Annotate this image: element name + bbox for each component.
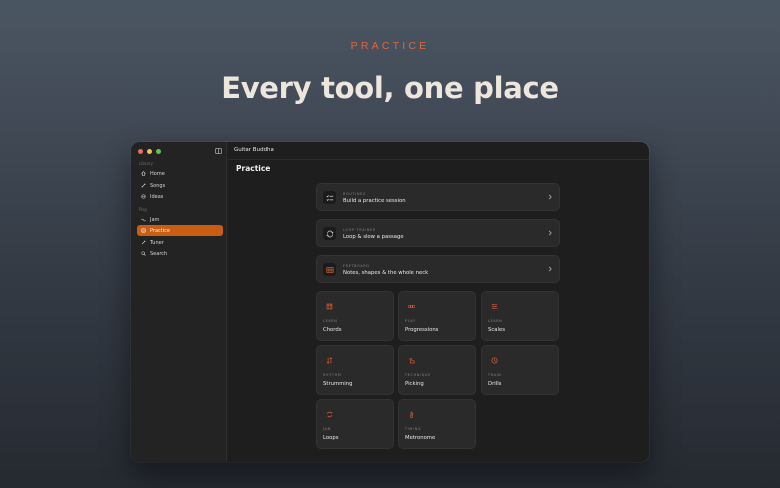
tile-title: Chords — [323, 327, 342, 333]
sidebar-item-songs[interactable]: Songs — [137, 180, 223, 191]
tile-title: Scales — [488, 327, 506, 333]
sidebar-item-label: Songs — [150, 182, 166, 189]
tile-icon-box — [322, 354, 337, 367]
tile-caption: LEARN — [323, 319, 338, 323]
tile-title: Loops — [323, 435, 339, 441]
sidebar-section-library: Library — [139, 161, 153, 166]
minimize-window-button[interactable] — [147, 149, 152, 154]
chords-tile[interactable]: LEARN Chords — [316, 291, 394, 341]
tile-caption: JAM — [323, 427, 332, 431]
titlebar: Guitar Buddha — [227, 142, 649, 160]
card-icon-box — [323, 227, 336, 240]
scales-tile[interactable]: LEARN Scales — [481, 291, 559, 341]
tile-title: Metronome — [405, 435, 436, 441]
window-controls — [138, 149, 161, 154]
zoom-window-button[interactable] — [156, 149, 161, 154]
tile-title: Picking — [405, 381, 424, 387]
fretboard-icon — [325, 266, 334, 273]
tile-caption: LEARN — [488, 319, 503, 323]
tile-icon-box — [404, 408, 419, 421]
tile-title: Strumming — [323, 381, 353, 387]
search-icon — [141, 251, 146, 256]
card-title: Build a practice session — [343, 198, 406, 204]
chevron-right-icon — [548, 266, 552, 272]
sidebar-item-label: Jam — [150, 216, 160, 223]
hero-eyebrow: PRACTICE — [350, 40, 430, 52]
sidebar-item-label: Tuner — [150, 239, 164, 246]
tile-icon-box — [487, 300, 502, 313]
songs-icon — [141, 183, 146, 188]
jam-icon — [141, 218, 146, 222]
tile-caption: RHYTHM — [323, 373, 342, 377]
loops-icon — [327, 411, 333, 418]
app-window: Library Home Songs Ideas Play Jam Practi… — [131, 142, 649, 462]
strumming-icon — [326, 357, 333, 364]
chevron-right-icon — [548, 230, 552, 236]
tile-caption: TIMING — [405, 427, 422, 431]
tile-icon-box — [322, 408, 337, 421]
picking-icon — [408, 358, 415, 364]
sidebar-item-label: Search — [150, 250, 168, 257]
tile-icon-box — [322, 300, 337, 313]
sidebar-section-play: Play — [139, 207, 148, 212]
sidebar-toggle-icon[interactable] — [215, 148, 222, 154]
scales-icon — [491, 304, 498, 309]
app-name: Guitar Buddha — [234, 147, 274, 153]
tile-caption: TRAIN — [488, 373, 502, 377]
drills-icon — [491, 357, 498, 364]
sidebar-item-practice[interactable]: Practice — [137, 225, 223, 236]
sidebar-item-home[interactable]: Home — [137, 168, 223, 179]
sidebar-item-label: Ideas — [150, 193, 164, 200]
chords-icon — [326, 303, 333, 310]
card-title: Loop & slow a passage — [343, 234, 404, 240]
sidebar-item-ideas[interactable]: Ideas — [137, 191, 223, 202]
card-caption: ROUTINES — [343, 192, 366, 196]
fretboard-card[interactable]: FRETBOARD Notes, shapes & the whole neck — [316, 255, 560, 283]
close-window-button[interactable] — [138, 149, 143, 154]
loop-icon — [326, 230, 333, 237]
strumming-tile[interactable]: RHYTHM Strumming — [316, 345, 394, 395]
drills-tile[interactable]: TRAIN Drills — [481, 345, 559, 395]
chevron-right-icon — [548, 194, 552, 200]
sidebar-item-search[interactable]: Search — [137, 248, 223, 259]
card-caption: FRETBOARD — [343, 264, 370, 268]
loops-tile[interactable]: JAM Loops — [316, 399, 394, 449]
routines-card[interactable]: ROUTINES Build a practice session — [316, 183, 560, 211]
tile-caption: TECHNIQUE — [405, 373, 431, 377]
card-icon-box — [323, 191, 336, 204]
list-icon — [326, 194, 333, 201]
hero-headline: Every tool, one place — [221, 71, 559, 105]
sidebar-item-label: Practice — [150, 227, 170, 234]
page-title: Practice — [236, 164, 271, 173]
sidebar-item-jam[interactable]: Jam — [137, 214, 223, 225]
picking-tile[interactable]: TECHNIQUE Picking — [398, 345, 476, 395]
home-icon — [141, 171, 146, 176]
sidebar-item-label: Home — [150, 170, 165, 177]
tile-caption: PLAY — [405, 319, 416, 323]
tile-icon-box — [404, 300, 419, 313]
card-icon-box — [323, 263, 336, 276]
progressions-icon — [408, 305, 415, 308]
loop-trainer-card[interactable]: LOOP TRAINER Loop & slow a passage — [316, 219, 560, 247]
card-caption: LOOP TRAINER — [343, 228, 376, 232]
practice-icon — [141, 228, 146, 233]
ideas-icon — [141, 194, 146, 199]
sidebar-item-tuner[interactable]: Tuner — [137, 237, 223, 248]
card-title: Notes, shapes & the whole neck — [343, 270, 429, 276]
tile-icon-box — [404, 354, 419, 367]
progressions-tile[interactable]: PLAY Progressions — [398, 291, 476, 341]
metronome-icon — [410, 411, 414, 418]
tile-title: Drills — [488, 381, 502, 387]
sidebar: Library Home Songs Ideas Play Jam Practi… — [131, 142, 227, 462]
tile-icon-box — [487, 354, 502, 367]
metronome-tile[interactable]: TIMING Metronome — [398, 399, 476, 449]
tuner-icon — [141, 240, 146, 245]
tile-title: Progressions — [405, 327, 439, 333]
